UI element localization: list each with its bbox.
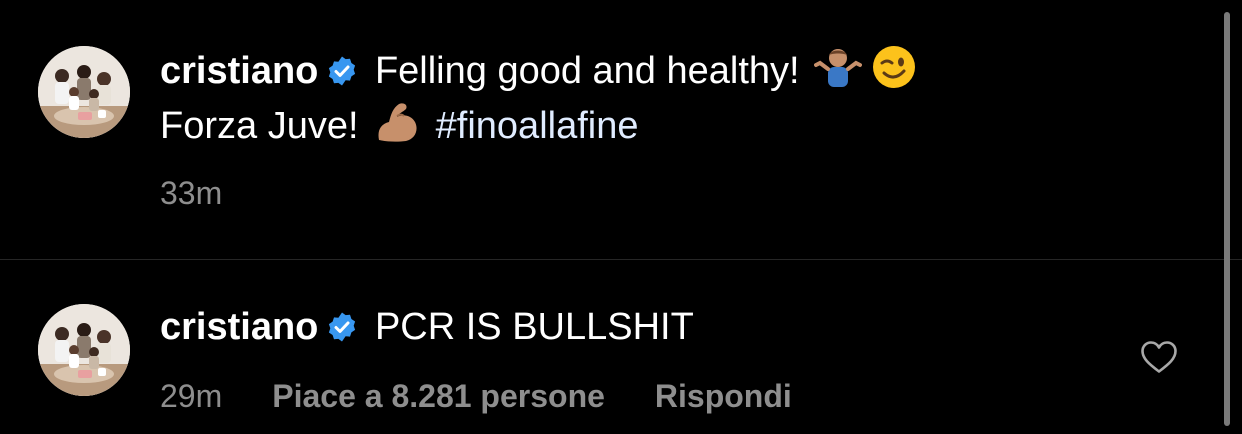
- comment-text: PCR IS BULLSHIT: [374, 306, 694, 348]
- caption-meta: 33m: [160, 175, 222, 212]
- verified-badge-icon: [326, 55, 358, 87]
- username-link[interactable]: cristiano: [160, 306, 318, 348]
- caption-text: cristiano Felling good and healthy! Forz…: [160, 43, 1122, 153]
- avatar[interactable]: [38, 46, 130, 138]
- hashtag-link[interactable]: #finoallafine: [436, 105, 639, 147]
- timestamp: 33m: [160, 175, 223, 211]
- timestamp: 29m: [160, 378, 223, 414]
- man-shrugging-emoji-icon: [814, 43, 863, 91]
- caption-line-1: Felling good and healthy!: [374, 50, 800, 92]
- avatar[interactable]: [38, 304, 130, 396]
- comment-text-block: cristiano PCR IS BULLSHIT: [160, 300, 1122, 354]
- scrollbar[interactable]: [1224, 12, 1230, 426]
- username-link[interactable]: cristiano: [160, 50, 318, 92]
- reply-button[interactable]: Rispondi: [655, 378, 792, 415]
- caption-line-2: Forza Juve!: [160, 105, 359, 147]
- comment-meta: 29m Piace a 8.281 persone Rispondi: [160, 378, 792, 415]
- avatar-photo-icon: [38, 304, 130, 396]
- comment-post: cristiano PCR IS BULLSHIT 29m Piace a 8.2…: [0, 261, 1242, 434]
- divider: [0, 259, 1242, 260]
- avatar-photo-icon: [38, 46, 130, 138]
- flexed-biceps-emoji-icon: [373, 98, 421, 146]
- likes-count-button[interactable]: Piace a 8.281 persone: [272, 378, 605, 415]
- like-heart-icon[interactable]: [1140, 340, 1178, 374]
- caption-post: cristiano Felling good and healthy! Forz…: [0, 0, 1242, 260]
- winking-face-emoji-icon: [870, 43, 918, 91]
- verified-badge-icon: [326, 311, 358, 343]
